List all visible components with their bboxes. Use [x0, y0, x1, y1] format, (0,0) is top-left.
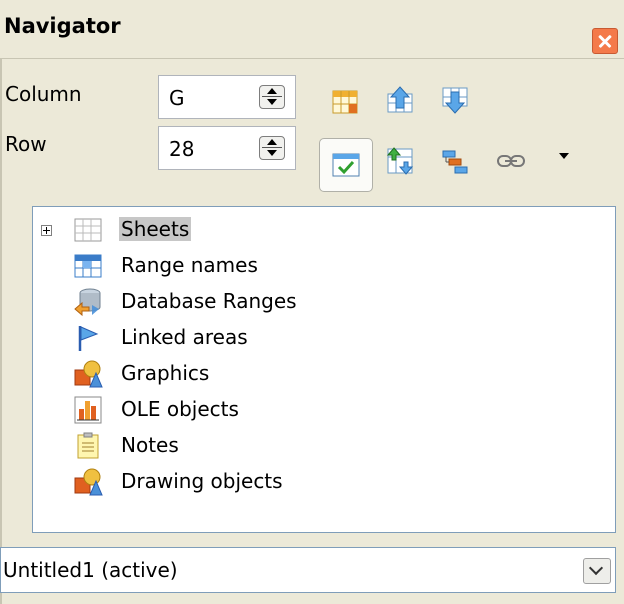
linked-areas-icon: [78, 326, 99, 351]
column-label: Column: [5, 82, 82, 106]
tree-item-label: Notes: [121, 433, 179, 457]
notes-icon: [77, 432, 99, 459]
drag-mode-icon[interactable]: [496, 146, 526, 176]
graphics-icon: [74, 360, 103, 388]
column-spinbox[interactable]: G: [158, 75, 296, 119]
scenarios-icon[interactable]: [440, 146, 470, 176]
chevron-down-icon[interactable]: [583, 558, 611, 584]
contents-toggle-button[interactable]: [319, 138, 373, 192]
tree-item-label: Linked areas: [121, 325, 248, 349]
tree-item-database-ranges[interactable]: Database Ranges: [33, 285, 615, 319]
window-title: Navigator: [4, 14, 121, 38]
range-names-icon: [74, 254, 102, 278]
title-bar: Navigator: [0, 0, 624, 59]
tree-item-notes[interactable]: Notes: [33, 429, 615, 463]
drag-mode-dropdown-icon[interactable]: [559, 153, 569, 159]
tree-item-ole-objects[interactable]: OLE objects: [33, 393, 615, 427]
tree-item-graphics[interactable]: Graphics: [33, 357, 615, 391]
column-value: G: [169, 86, 185, 110]
sheets-icon: [74, 218, 102, 242]
toggle-icon[interactable]: [385, 146, 415, 176]
tree-item-range-names[interactable]: Range names: [33, 249, 615, 283]
row-spin-arrows-icon[interactable]: [259, 136, 285, 160]
start-icon[interactable]: [385, 86, 415, 116]
contents-icon: [332, 153, 360, 177]
tree-item-sheets[interactable]: Sheets: [33, 213, 615, 247]
navigator-tree[interactable]: Sheets Range names Database Ranges Linke…: [32, 206, 616, 533]
tree-item-label: Sheets: [119, 217, 192, 241]
document-select-value: Untitled1 (active): [3, 558, 178, 582]
close-button[interactable]: [592, 28, 618, 54]
document-select[interactable]: Untitled1 (active): [0, 547, 616, 593]
drawing-objects-icon: [74, 468, 103, 496]
row-spinbox[interactable]: 28: [158, 126, 296, 170]
column-spin-arrows-icon[interactable]: [259, 85, 285, 109]
tree-item-label: Drawing objects: [121, 469, 283, 493]
tree-item-drawing-objects[interactable]: Drawing objects: [33, 465, 615, 499]
tree-item-label: OLE objects: [121, 397, 239, 421]
database-icon: [74, 288, 101, 317]
tree-item-label: Range names: [121, 253, 258, 277]
row-value: 28: [169, 137, 195, 161]
end-icon[interactable]: [440, 84, 470, 114]
ole-objects-icon: [74, 396, 102, 424]
tree-item-linked-areas[interactable]: Linked areas: [33, 321, 615, 355]
expand-icon[interactable]: [41, 225, 52, 236]
frame-border: [0, 58, 2, 604]
tree-item-label: Database Ranges: [121, 289, 297, 313]
tree-item-label: Graphics: [121, 361, 210, 385]
row-label: Row: [5, 132, 47, 156]
data-range-icon[interactable]: [330, 87, 360, 117]
